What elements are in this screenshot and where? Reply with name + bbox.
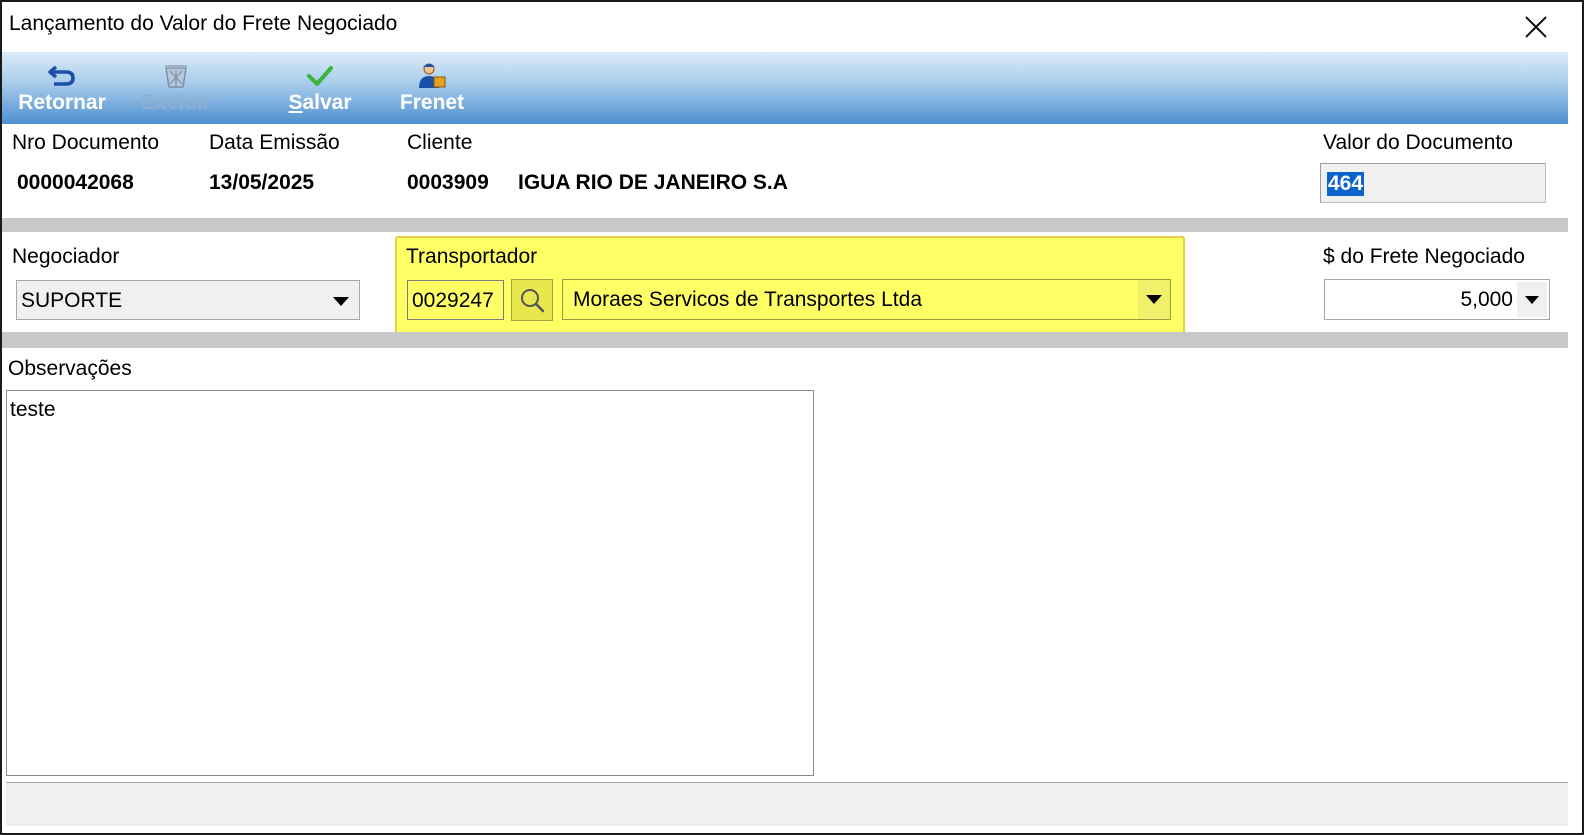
salvar-button[interactable]: Salvar xyxy=(280,62,360,115)
salvar-label-rest: alvar xyxy=(302,91,352,114)
valor-documento-input[interactable]: 464 xyxy=(1320,163,1546,203)
cliente-label: Cliente xyxy=(407,131,473,154)
transportador-dropdown-arrow[interactable] xyxy=(1138,280,1170,319)
data-emissao-label: Data Emissão xyxy=(209,131,340,154)
nro-documento-value: 0000042068 xyxy=(17,171,134,194)
data-emissao-value: 13/05/2025 xyxy=(209,171,315,194)
salvar-label: Salvar xyxy=(280,91,360,115)
transportador-code-value: 0029247 xyxy=(412,289,494,312)
chevron-down-icon xyxy=(333,296,349,306)
excluir-button[interactable]: Excluir xyxy=(134,62,218,115)
title-bar: Lançamento do Valor do Frete Negociado xyxy=(2,2,1568,50)
retornar-button[interactable]: Retornar xyxy=(10,62,114,115)
separator-band-middle xyxy=(2,332,1568,348)
transportador-name: Moraes Servicos de Transportes Ltda xyxy=(573,288,923,311)
valor-documento-label: Valor do Documento xyxy=(1323,131,1513,154)
observacoes-label: Observações xyxy=(8,357,132,380)
return-arrow-icon xyxy=(48,65,75,86)
frete-label: $ do Frete Negociado xyxy=(1323,245,1525,268)
negociador-dropdown-arrow[interactable] xyxy=(329,290,353,312)
trash-icon xyxy=(165,65,187,88)
salvar-accesskey: S xyxy=(288,91,303,114)
frenet-button[interactable]: Frenet xyxy=(392,62,472,115)
frete-value: 5,000 xyxy=(1460,288,1513,311)
status-bar xyxy=(6,782,1568,826)
valor-documento-value: 464 xyxy=(1327,172,1365,196)
toolbar: Retornar Excluir Salvar Frenet xyxy=(2,52,1568,124)
transportador-select[interactable]: Moraes Servicos de Transportes Ltda xyxy=(562,279,1171,320)
transportador-code-input[interactable]: 0029247 xyxy=(407,280,504,320)
negociador-select[interactable]: SUPORTE xyxy=(16,280,360,320)
close-icon xyxy=(1525,16,1547,38)
separator-band-top xyxy=(2,218,1568,232)
transportador-label: Transportador xyxy=(406,245,538,268)
search-icon xyxy=(521,289,545,313)
delivery-person-icon xyxy=(419,63,446,88)
negociador-value: SUPORTE xyxy=(21,289,123,312)
frete-input[interactable]: 5,000 xyxy=(1324,279,1550,320)
observacoes-value: teste xyxy=(10,398,56,421)
transportador-search-button[interactable] xyxy=(511,279,553,321)
excluir-label: Excluir xyxy=(140,91,212,114)
cliente-name: IGUA RIO DE JANEIRO S.A xyxy=(518,171,788,194)
retornar-label: Retornar xyxy=(18,91,106,114)
negociador-label: Negociador xyxy=(12,245,120,268)
observacoes-textarea[interactable]: teste xyxy=(6,390,814,776)
checkmark-icon xyxy=(307,66,333,86)
chevron-down-icon xyxy=(1525,295,1539,304)
chevron-down-icon xyxy=(1146,295,1162,304)
frete-dropdown-arrow[interactable] xyxy=(1517,282,1547,317)
nro-documento-label: Nro Documento xyxy=(12,131,160,154)
frenet-label: Frenet xyxy=(399,91,465,114)
close-button[interactable] xyxy=(1512,7,1560,47)
dialog-window: Lançamento do Valor do Frete Negociado R… xyxy=(0,0,1584,835)
cliente-code: 0003909 xyxy=(407,171,489,194)
window-title: Lançamento do Valor do Frete Negociado xyxy=(9,12,398,35)
